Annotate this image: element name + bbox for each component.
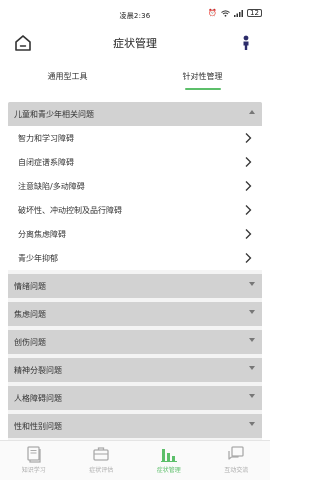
- header: 症状管理: [0, 28, 270, 58]
- nav-item-knowledge[interactable]: 知识学习: [0, 441, 68, 480]
- list-item[interactable]: 破坏性、冲动控制及品行障碍: [8, 198, 262, 222]
- tab-label: 通用型工具: [47, 72, 88, 81]
- category-title: 性和性别问题: [14, 421, 62, 431]
- chevron-right-icon: [245, 205, 252, 215]
- chevron-right-icon: [245, 253, 252, 263]
- category-title: 人格障碍问题: [14, 393, 62, 403]
- tab-label: 针对性管理: [182, 72, 223, 81]
- home-icon[interactable]: [14, 34, 32, 52]
- alarm-icon: ⏰: [208, 9, 217, 17]
- expand-arrow-icon: [249, 282, 255, 286]
- symptom-category-list: 儿童和青少年相关问题 智力和学习障碍 自闭症谱系障碍 注意缺陷/多动障碍 破坏性…: [8, 102, 262, 444]
- category-header-sex-gender[interactable]: 性和性别问题: [8, 414, 262, 438]
- item-label: 青少年抑郁: [18, 253, 58, 263]
- nav-label: 知识学习: [21, 467, 46, 474]
- list-item[interactable]: 智力和学习障碍: [8, 126, 262, 150]
- person-icon[interactable]: [236, 33, 256, 53]
- list-item[interactable]: 分离焦虑障碍: [8, 222, 262, 246]
- category-title: 焦虑问题: [14, 309, 46, 319]
- chevron-right-icon: [245, 157, 252, 167]
- list-item[interactable]: 注意缺陷/多动障碍: [8, 174, 262, 198]
- list-item[interactable]: 青少年抑郁: [8, 246, 262, 270]
- signal-icon: [234, 9, 243, 17]
- item-label: 分离焦虑障碍: [18, 229, 66, 239]
- list-item[interactable]: 自闭症谱系障碍: [8, 150, 262, 174]
- item-label: 破坏性、冲动控制及品行障碍: [18, 205, 122, 215]
- page-title: 症状管理: [113, 37, 157, 50]
- bottom-nav: 知识学习 症状评估 症状管理 互动交流: [0, 440, 270, 480]
- chevron-right-icon: [245, 181, 252, 191]
- category-header-children[interactable]: 儿童和青少年相关问题: [8, 102, 262, 126]
- chart-icon: [160, 449, 177, 462]
- status-bar: 凌晨2:36 ⏰ 12: [0, 0, 270, 28]
- item-label: 注意缺陷/多动障碍: [18, 181, 85, 191]
- item-label: 自闭症谱系障碍: [18, 157, 74, 167]
- expand-arrow-icon: [249, 394, 255, 398]
- category-group: 儿童和青少年相关问题 智力和学习障碍 自闭症谱系障碍 注意缺陷/多动障碍 破坏性…: [8, 102, 262, 270]
- category-title: 创伤问题: [14, 337, 46, 347]
- nav-item-management[interactable]: 症状管理: [135, 441, 203, 480]
- item-label: 智力和学习障碍: [18, 133, 74, 143]
- chat-icon: [228, 446, 244, 460]
- expand-arrow-icon: [249, 338, 255, 342]
- category-header-trauma[interactable]: 创伤问题: [8, 330, 262, 354]
- category-header-emotion[interactable]: 情绪问题: [8, 274, 262, 298]
- expand-arrow-icon: [249, 422, 255, 426]
- wifi-icon: [221, 9, 230, 17]
- nav-item-assessment[interactable]: 症状评估: [68, 441, 136, 480]
- chevron-right-icon: [245, 133, 252, 143]
- tab-targeted-management[interactable]: 针对性管理: [135, 64, 270, 90]
- status-icons: ⏰ 12: [208, 9, 262, 17]
- expand-arrow-icon: [249, 310, 255, 314]
- category-header-personality[interactable]: 人格障碍问题: [8, 386, 262, 410]
- battery-icon: 12: [247, 9, 262, 17]
- collapse-arrow-icon: [249, 110, 255, 114]
- category-header-anxiety[interactable]: 焦虑问题: [8, 302, 262, 326]
- nav-label: 互动交流: [224, 467, 249, 474]
- tab-general-tools[interactable]: 通用型工具: [0, 64, 135, 90]
- nav-item-interaction[interactable]: 互动交流: [203, 441, 271, 480]
- nav-label: 症状评估: [89, 467, 114, 474]
- category-title: 儿童和青少年相关问题: [14, 109, 94, 119]
- tab-bar: 通用型工具 针对性管理: [0, 64, 270, 90]
- briefcase-icon: [93, 447, 109, 461]
- category-items: 智力和学习障碍 自闭症谱系障碍 注意缺陷/多动障碍 破坏性、冲动控制及品行障碍 …: [8, 126, 262, 270]
- category-title: 精神分裂问题: [14, 365, 62, 375]
- category-header-schizophrenia[interactable]: 精神分裂问题: [8, 358, 262, 382]
- expand-arrow-icon: [249, 366, 255, 370]
- chevron-right-icon: [245, 229, 252, 239]
- book-icon: [27, 446, 41, 463]
- category-title: 情绪问题: [14, 281, 46, 291]
- nav-label: 症状管理: [156, 467, 181, 474]
